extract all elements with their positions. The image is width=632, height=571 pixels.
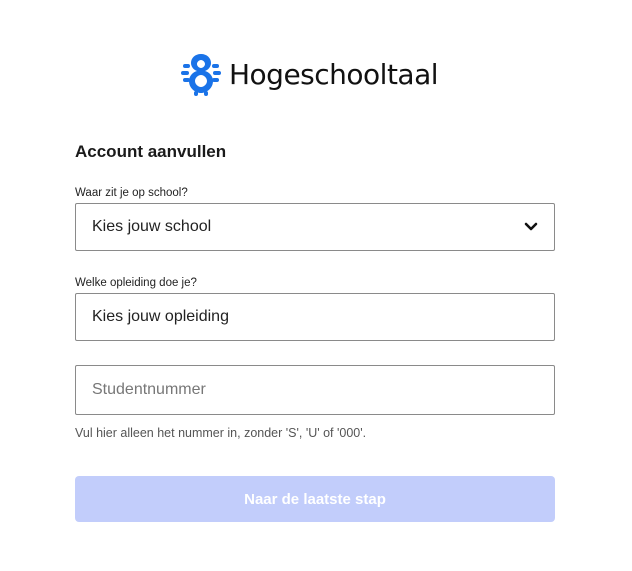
- chevron-down-icon: [524, 222, 538, 231]
- hogeschooltaal-logo-icon: [181, 54, 221, 96]
- student-number-hint: Vul hier alleen het nummer in, zonder 'S…: [75, 426, 367, 440]
- account-form: Account aanvullen Waar zit je op school?…: [75, 140, 555, 522]
- education-field-value: Kies jouw opleiding: [92, 308, 229, 325]
- education-label: Welke opleiding doe je?: [75, 277, 197, 289]
- school-label: Waar zit je op school?: [75, 187, 188, 199]
- education-field[interactable]: Kies jouw opleiding: [75, 293, 555, 341]
- student-number-input[interactable]: [76, 366, 554, 414]
- school-select[interactable]: Kies jouw school: [75, 203, 555, 251]
- brand-name: Hogeschooltaal: [229, 57, 439, 91]
- form-title: Account aanvullen: [75, 142, 227, 161]
- student-number-field[interactable]: [75, 365, 555, 415]
- school-select-value: Kies jouw school: [92, 218, 212, 235]
- brand-logo: Hogeschooltaal: [181, 52, 439, 96]
- next-step-button[interactable]: Naar de laatste stap: [75, 476, 555, 522]
- onboarding-page: Hogeschooltaal Account aanvullen Waar zi…: [0, 0, 632, 571]
